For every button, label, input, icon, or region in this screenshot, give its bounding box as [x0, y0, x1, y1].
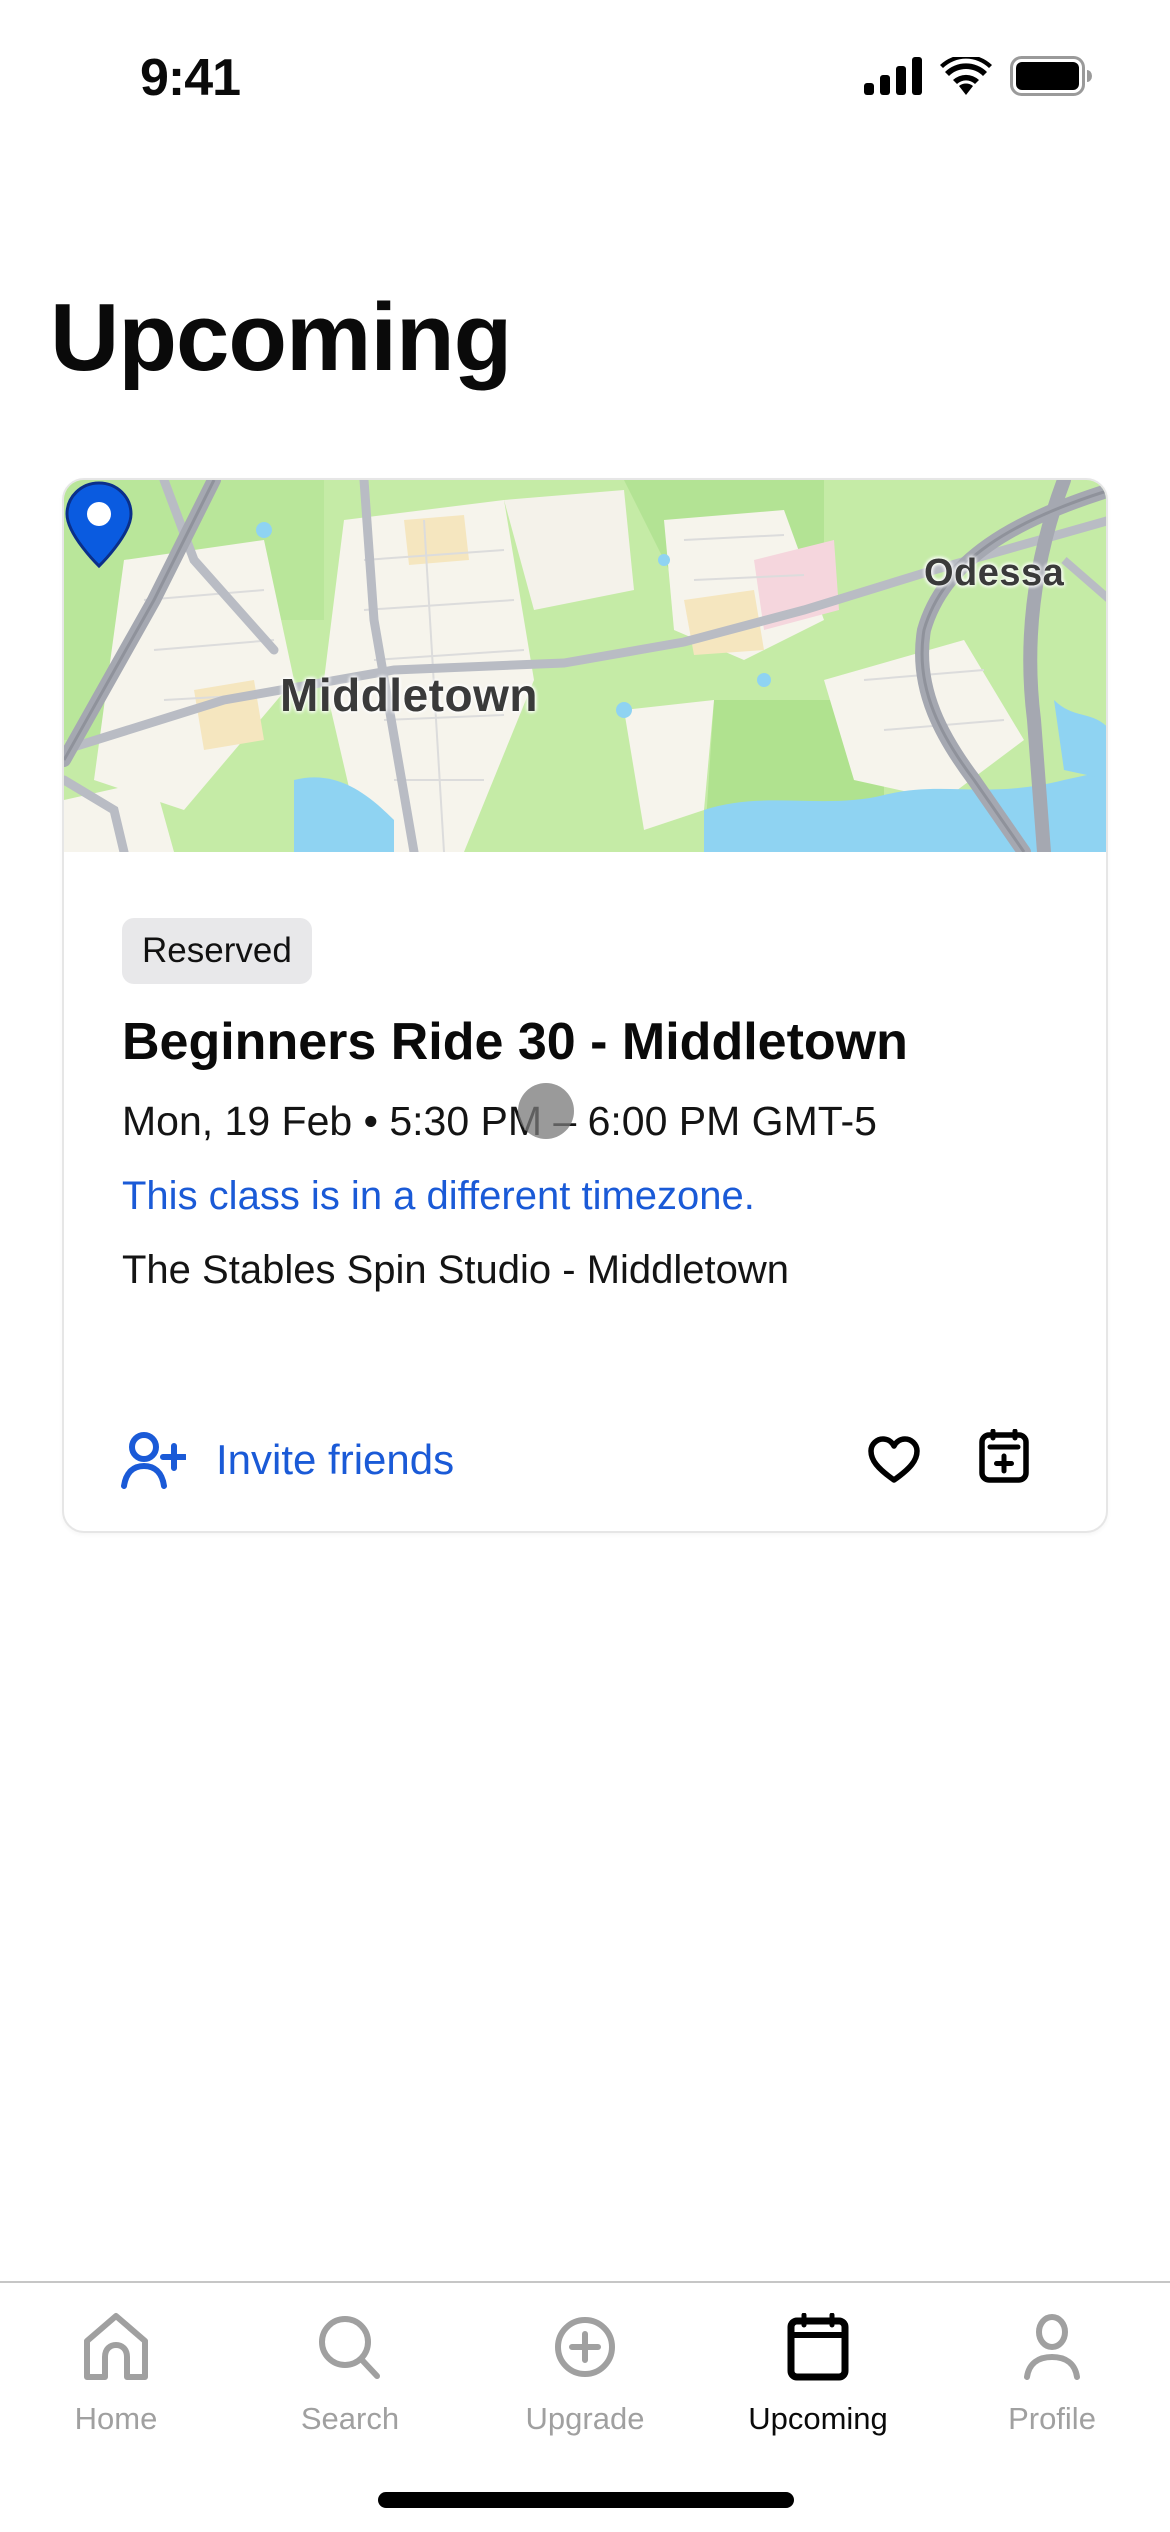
plus-circle-icon — [555, 2317, 615, 2377]
map-label-odessa: Odessa — [924, 552, 1065, 594]
person-add-icon — [121, 1432, 186, 1489]
person-icon — [1024, 2314, 1080, 2380]
search-icon — [319, 2316, 380, 2379]
touch-indicator — [518, 1083, 574, 1139]
tab-upcoming[interactable]: Upcoming — [718, 2307, 918, 2437]
map-background — [64, 480, 1106, 852]
invite-friends-button[interactable]: Invite friends — [120, 1430, 454, 1490]
location-pin-icon — [65, 481, 133, 569]
home-icon — [84, 2313, 148, 2380]
tab-upgrade-label: Upgrade — [525, 2401, 645, 2436]
cellular-signal-icon — [864, 57, 922, 95]
status-icons — [864, 56, 1092, 96]
tab-upgrade[interactable]: Upgrade — [485, 2307, 685, 2437]
battery-icon — [1010, 56, 1092, 96]
calendar-add-icon — [979, 1429, 1029, 1483]
booking-card[interactable]: Middletown Odessa Reserved Beginners Rid… — [62, 478, 1108, 1533]
home-indicator[interactable] — [378, 2492, 794, 2508]
timezone-note: This class is in a different timezone. — [122, 1174, 755, 1218]
map-label-middletown: Middletown — [280, 669, 538, 721]
calendar-icon — [787, 2313, 849, 2381]
tab-home[interactable]: Home — [16, 2307, 216, 2437]
wifi-icon — [940, 57, 992, 95]
page-title: Upcoming — [50, 284, 512, 391]
tab-profile-label: Profile — [1008, 2401, 1096, 2436]
tab-home-label: Home — [74, 2401, 158, 2436]
invite-friends-label: Invite friends — [216, 1436, 455, 1483]
heart-icon — [868, 1436, 920, 1483]
class-title: Beginners Ride 30 - Middletown — [122, 1013, 908, 1071]
status-badge: Reserved — [122, 918, 312, 984]
tab-profile[interactable]: Profile — [952, 2307, 1152, 2437]
status-time: 9:41 — [140, 49, 241, 107]
map-preview[interactable]: Middletown Odessa — [64, 480, 1106, 852]
add-to-calendar-button[interactable] — [972, 1424, 1036, 1488]
class-schedule: Mon, 19 Feb • 5:30 PM – 6:00 PM GMT-5 — [122, 1098, 877, 1144]
favorite-button[interactable] — [862, 1428, 926, 1492]
tab-upcoming-label: Upcoming — [748, 2401, 888, 2436]
tab-search-label: Search — [300, 2401, 400, 2436]
tab-search[interactable]: Search — [250, 2307, 450, 2437]
studio-name: The Stables Spin Studio - Middletown — [122, 1248, 790, 1292]
